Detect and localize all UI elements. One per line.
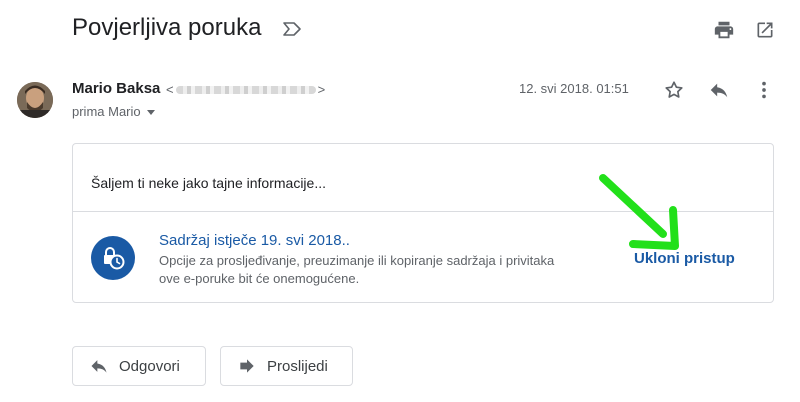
open-in-new-window-icon[interactable] [753, 18, 777, 42]
message-body-text: Šaljem ti neke jako tajne informacije... [91, 175, 326, 191]
recipient-label: prima Mario [72, 104, 141, 119]
email-open-bracket: < [166, 82, 174, 97]
email-close-bracket: > [317, 82, 326, 97]
important-label-icon[interactable] [282, 21, 302, 37]
reply-button-label: Odgovori [119, 357, 180, 375]
expiration-notice-title: Sadržaj istječe 19. svi 2018.. [159, 232, 350, 249]
forward-button-label: Proslijedi [267, 357, 328, 375]
more-vertical-icon[interactable] [752, 78, 776, 102]
expiration-notice-description: Opcije za prosljeđivanje, preuzimanje il… [159, 253, 555, 286]
sender-email: < > [166, 82, 325, 97]
reply-button[interactable]: Odgovori [72, 346, 206, 386]
blurred-email-address [175, 85, 316, 94]
expiring-clock-lock-icon [91, 236, 135, 280]
avatar[interactable] [17, 82, 53, 118]
sender-name: Mario Baksa [72, 80, 161, 97]
reply-icon[interactable] [707, 78, 731, 102]
chevron-down-icon [146, 110, 155, 115]
message-date: 12. svi 2018. 01:51 [519, 81, 629, 96]
email-subject: Povjerljiva poruka [72, 14, 262, 41]
green-annotation-arrow-icon [599, 174, 679, 250]
forward-button[interactable]: Proslijedi [220, 346, 353, 386]
reply-icon [91, 360, 107, 373]
recipient-details-toggle[interactable]: prima Mario [72, 104, 155, 119]
forward-arrow-icon [240, 359, 254, 373]
star-icon[interactable] [662, 78, 686, 102]
print-icon[interactable] [712, 18, 736, 42]
